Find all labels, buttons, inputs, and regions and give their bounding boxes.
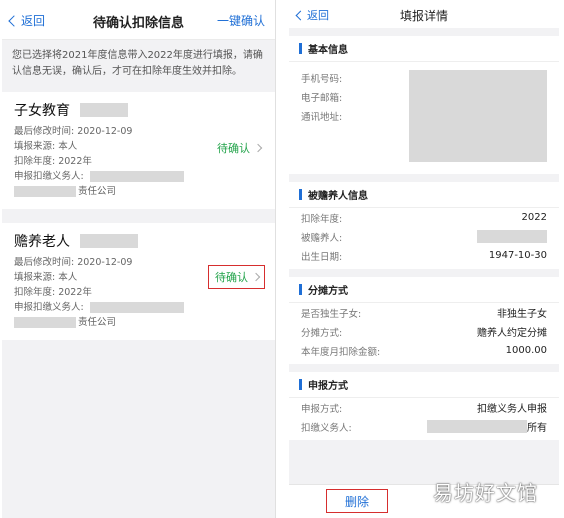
notice-text: 您已选择将2021年度信息带入2022年度进行填报，请确认信息无误，确认后，才可… [2, 40, 275, 86]
section-header: 申报方式 [289, 372, 559, 398]
agent-value-wrap: 所有 [427, 419, 547, 434]
redacted-agent [427, 420, 527, 433]
redacted-dependent-name [477, 230, 547, 243]
deduction-card-children-education[interactable]: 子女教育 最后修改时间: 2020-12-09 填报来源: 本人 扣除年度: 2… [2, 92, 275, 209]
basic-info-body: 手机号码: 电子邮箱: 通讯地址: [289, 62, 559, 170]
back-label: 返回 [307, 9, 329, 22]
back-label: 返回 [21, 14, 46, 28]
field-label: 分摊方式: [301, 327, 343, 339]
field-label: 扣除年度: [301, 213, 343, 225]
field-label: 申报方式: [301, 403, 343, 415]
section-title: 基本信息 [308, 45, 348, 56]
deduction-card-elderly-support[interactable]: 赡养老人 最后修改时间: 2020-12-09 填报来源: 本人 扣除年度: 2… [2, 223, 275, 340]
field-label: 是否独生子女: [301, 308, 362, 320]
company-suffix: 责任公司 [78, 317, 117, 328]
redacted-name [80, 234, 138, 248]
company-row: 责任公司 [14, 315, 263, 330]
birth-date-field: 出生日期: 1947-10-30 [289, 246, 559, 265]
section-marker [299, 189, 302, 200]
section-header: 被赡养人信息 [289, 182, 559, 208]
section-header: 分摊方式 [289, 277, 559, 303]
section-marker [299, 284, 302, 295]
only-child-field: 是否独生子女: 非独生子女 [289, 303, 559, 322]
redacted-contact-info [409, 70, 547, 162]
deduction-year: 扣除年度: 2022年 [14, 156, 92, 167]
field-label: 被赡养人: [301, 232, 343, 244]
modified-time: 最后修改时间: 2020-12-09 [14, 126, 133, 137]
card-title-text: 赡养老人 [14, 234, 70, 250]
section-marker [299, 379, 302, 390]
company-suffix: 责任公司 [78, 186, 117, 197]
deduction-year-field: 扣除年度: 2022 [289, 208, 559, 227]
field-value: 2022 [521, 212, 547, 223]
card-title: 赡养老人 [14, 231, 263, 251]
back-button[interactable]: 返回 [8, 12, 46, 29]
dependent-info-section: 被赡养人信息 扣除年度: 2022 被赡养人: 出生日期: 1947-10-30 [289, 182, 559, 269]
agent-row: 申报扣缴义务人: [14, 169, 263, 184]
section-marker [299, 43, 302, 54]
chevron-left-icon [8, 14, 20, 27]
field-value: 非独生子女 [497, 309, 547, 320]
card-title: 子女教育 [14, 100, 263, 120]
confirm-all-button[interactable]: 一键确认 [217, 12, 265, 29]
watermark: 易坊好文馆 [433, 481, 538, 505]
section-title: 被赡养人信息 [308, 191, 368, 202]
chevron-left-icon [295, 10, 306, 20]
declare-method-field: 申报方式: 扣缴义务人申报 [289, 398, 559, 417]
agent-label: 申报扣缴义务人: [14, 302, 84, 313]
redacted-name [80, 103, 128, 117]
nav-bar: 返回 填报详情 [289, 0, 559, 28]
status-label: 待确认 [215, 271, 248, 284]
agent-row: 申报扣缴义务人: [14, 300, 263, 315]
nav-bar: 返回 待确认扣除信息 一键确认 [2, 0, 275, 40]
field-value: 1000.00 [505, 345, 547, 356]
field-label: 扣缴义务人: [301, 422, 352, 434]
agent-field: 扣缴义务人: 所有 [289, 417, 559, 436]
split-method-section: 分摊方式 是否独生子女: 非独生子女 分摊方式: 赡养人约定分摊 本年度月扣除金… [289, 277, 559, 364]
chevron-right-icon [251, 272, 261, 282]
company-row: 责任公司 [14, 184, 263, 199]
page-title: 填报详情 [399, 9, 448, 23]
card-title-text: 子女教育 [14, 103, 70, 119]
redacted-agent [89, 302, 184, 313]
basic-info-section: 基本信息 手机号码: 电子邮箱: 通讯地址: [289, 36, 559, 174]
status-label: 待确认 [217, 142, 250, 155]
redacted-company [14, 317, 76, 328]
field-label: 出生日期: [301, 251, 343, 263]
delete-button[interactable]: 删除 [326, 489, 388, 513]
agent-label: 申报扣缴义务人: [14, 171, 84, 182]
field-value: 所有 [527, 423, 547, 434]
declare-method-section: 申报方式 申报方式: 扣缴义务人申报 扣缴义务人: 所有 [289, 372, 559, 440]
chevron-right-icon [253, 143, 263, 153]
section-title: 申报方式 [308, 381, 348, 392]
redacted-agent [89, 171, 184, 182]
field-label: 本年度月扣除金额: [301, 346, 381, 358]
split-method-field: 分摊方式: 赡养人约定分摊 [289, 322, 559, 341]
section-header: 基本信息 [289, 36, 559, 62]
back-button[interactable]: 返回 [295, 7, 329, 23]
field-value: 1947-10-30 [488, 250, 547, 261]
pending-confirm-screen: 返回 待确认扣除信息 一键确认 您已选择将2021年度信息带入2022年度进行填… [2, 0, 276, 518]
section-title: 分摊方式 [308, 286, 348, 297]
status-pending[interactable]: 待确认 [217, 140, 263, 156]
status-pending-highlighted[interactable]: 待确认 [208, 265, 265, 289]
monthly-amount-field: 本年度月扣除金额: 1000.00 [289, 341, 559, 360]
detail-screen: 返回 填报详情 基本信息 手机号码: 电子邮箱: 通讯地址: 被赡养人信息 扣除… [289, 0, 559, 518]
field-value: 赡养人约定分摊 [477, 328, 547, 339]
field-value: 扣缴义务人申报 [477, 404, 547, 415]
redacted-company [14, 186, 76, 197]
dependent-person-field: 被赡养人: [289, 227, 559, 246]
